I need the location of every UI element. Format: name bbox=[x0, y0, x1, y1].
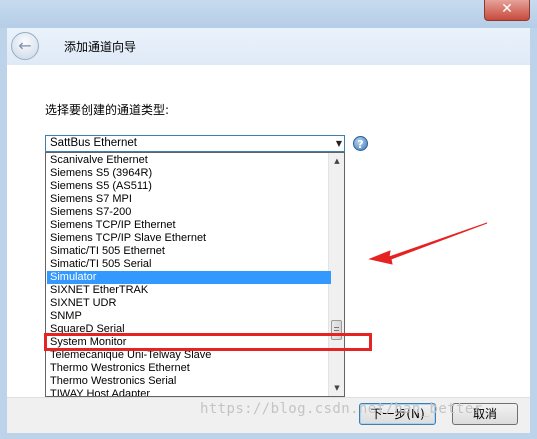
annotation-arrow-shape bbox=[368, 222, 488, 265]
channel-type-option[interactable]: SIXNET UDR bbox=[47, 297, 331, 310]
channel-type-option[interactable]: Siemens S5 (AS511) bbox=[47, 180, 331, 193]
help-icon[interactable]: ? bbox=[353, 136, 368, 151]
channel-type-select[interactable]: SattBus Ethernet ▼ bbox=[45, 135, 345, 152]
watermark: https://blog.csdn.net/han_better bbox=[200, 401, 483, 417]
wizard-title: 添加通道向导 bbox=[64, 40, 137, 54]
channel-type-option[interactable]: Siemens S5 (3964R) bbox=[47, 167, 331, 180]
dropdown-arrow-icon[interactable]: ▼ bbox=[336, 139, 342, 148]
thumb-grip-line bbox=[334, 330, 339, 331]
close-icon: ✕ bbox=[501, 1, 513, 17]
channel-type-option[interactable]: Scanivalve Ethernet bbox=[47, 154, 331, 167]
channel-type-option[interactable]: TIWAY Host Adapter bbox=[47, 388, 331, 396]
channel-type-value: SattBus Ethernet bbox=[50, 137, 137, 149]
channel-type-option[interactable]: Thermo Westronics Serial bbox=[47, 375, 331, 388]
title-bar: ✕ bbox=[0, 0, 537, 28]
channel-type-option[interactable]: SIXNET EtherTRAK bbox=[47, 284, 331, 297]
scroll-up-icon[interactable]: ▲ bbox=[329, 153, 344, 169]
channel-type-option[interactable]: Siemens TCP/IP Ethernet bbox=[47, 219, 331, 232]
channel-type-prompt: 选择要创建的通道类型: bbox=[45, 103, 170, 117]
channel-type-option[interactable]: Thermo Westronics Ethernet bbox=[47, 362, 331, 375]
thumb-grip-line bbox=[334, 327, 339, 328]
red-annotation-box bbox=[44, 333, 372, 351]
channel-type-option[interactable]: Simulator bbox=[47, 271, 331, 284]
channel-type-option[interactable]: Siemens S7-200 bbox=[47, 206, 331, 219]
wizard-header: ← 添加通道向导 bbox=[7, 28, 530, 65]
channel-type-option[interactable]: Simatic/TI 505 Serial bbox=[47, 258, 331, 271]
dialog-window: ✕ ← 添加通道向导 选择要创建的通道类型: SattBus Ethernet … bbox=[0, 0, 537, 439]
back-arrow-icon: ← bbox=[18, 36, 32, 55]
close-button[interactable]: ✕ bbox=[484, 0, 530, 21]
channel-type-option[interactable]: Siemens TCP/IP Slave Ethernet bbox=[47, 232, 331, 245]
channel-type-option[interactable]: Simatic/TI 505 Ethernet bbox=[47, 245, 331, 258]
channel-type-dropdown-list[interactable]: ▲ ▼ Scanivalve Ethernet Siemens S5 (3964R… bbox=[45, 152, 345, 397]
back-button[interactable]: ← bbox=[11, 32, 39, 60]
wizard-content: 选择要创建的通道类型: SattBus Ethernet ▼ ? ▲ ▼ Sca… bbox=[7, 65, 530, 397]
channel-type-option[interactable]: SNMP bbox=[47, 310, 331, 323]
scroll-down-icon[interactable]: ▼ bbox=[329, 380, 344, 396]
channel-type-option[interactable]: Siemens S7 MPI bbox=[47, 193, 331, 206]
